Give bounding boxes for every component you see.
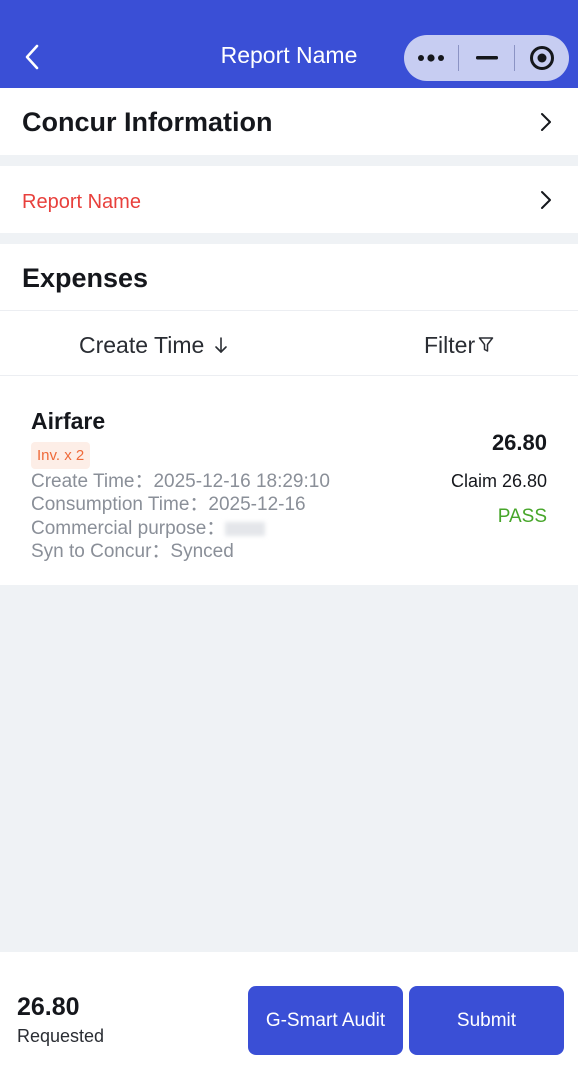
expense-claim-amount: Claim 26.80	[450, 471, 547, 491]
commercial-purpose-label: Commercial purpose：	[31, 518, 226, 539]
sort-label: Create Time	[79, 332, 205, 358]
concur-information-row[interactable]: Concur Information	[0, 88, 578, 155]
close-program-button[interactable]	[515, 35, 569, 81]
mini-program-capsule	[404, 35, 569, 81]
more-dots-icon	[418, 54, 445, 62]
chevron-right-icon	[541, 113, 551, 131]
requested-label: Requested	[17, 1026, 105, 1046]
expenses-section: Expenses Create Time Filter Airfare Inv.…	[0, 244, 578, 585]
target-circle-icon	[529, 46, 554, 70]
chevron-right-icon	[541, 191, 551, 209]
invoice-count-badge: Inv. x 2	[31, 442, 91, 469]
footer-bar: 26.80 Requested G-Smart Audit Submit	[0, 952, 578, 1075]
g-smart-audit-button[interactable]: G-Smart Audit	[248, 986, 403, 1055]
sort-create-time-button[interactable]: Create Time	[79, 330, 228, 360]
filter-icon	[478, 337, 494, 352]
submit-button[interactable]: Submit	[409, 986, 564, 1055]
requested-total: 26.80	[17, 993, 80, 1021]
report-name-label: Report Name	[22, 191, 141, 213]
minus-icon	[475, 56, 498, 60]
expense-create-time: Create Time：2025-12-16 18:29:10	[31, 471, 330, 492]
expense-commercial-purpose: Commercial purpose：	[31, 517, 266, 540]
minimize-button[interactable]	[459, 35, 513, 81]
divider	[0, 310, 578, 311]
expense-amount: 26.80	[491, 430, 547, 455]
more-button[interactable]	[404, 35, 458, 81]
expense-sync-status: Syn to Concur：Synced	[31, 541, 234, 562]
concur-information-title: Concur Information	[22, 107, 273, 137]
expense-audit-status: PASS	[497, 506, 547, 527]
filter-button[interactable]: Filter	[424, 330, 494, 360]
expense-item[interactable]: Airfare Inv. x 2 Create Time：2025-12-16 …	[0, 376, 578, 585]
redacted-value	[225, 521, 266, 536]
nav-header: Report Name	[0, 0, 578, 88]
expense-consumption-time: Consumption Time：2025-12-16	[31, 494, 306, 515]
expense-name: Airfare	[31, 408, 106, 434]
arrow-down-icon	[215, 337, 228, 353]
report-name-row[interactable]: Report Name	[0, 166, 578, 233]
filter-label: Filter	[424, 332, 476, 358]
expenses-title: Expenses	[22, 263, 149, 293]
